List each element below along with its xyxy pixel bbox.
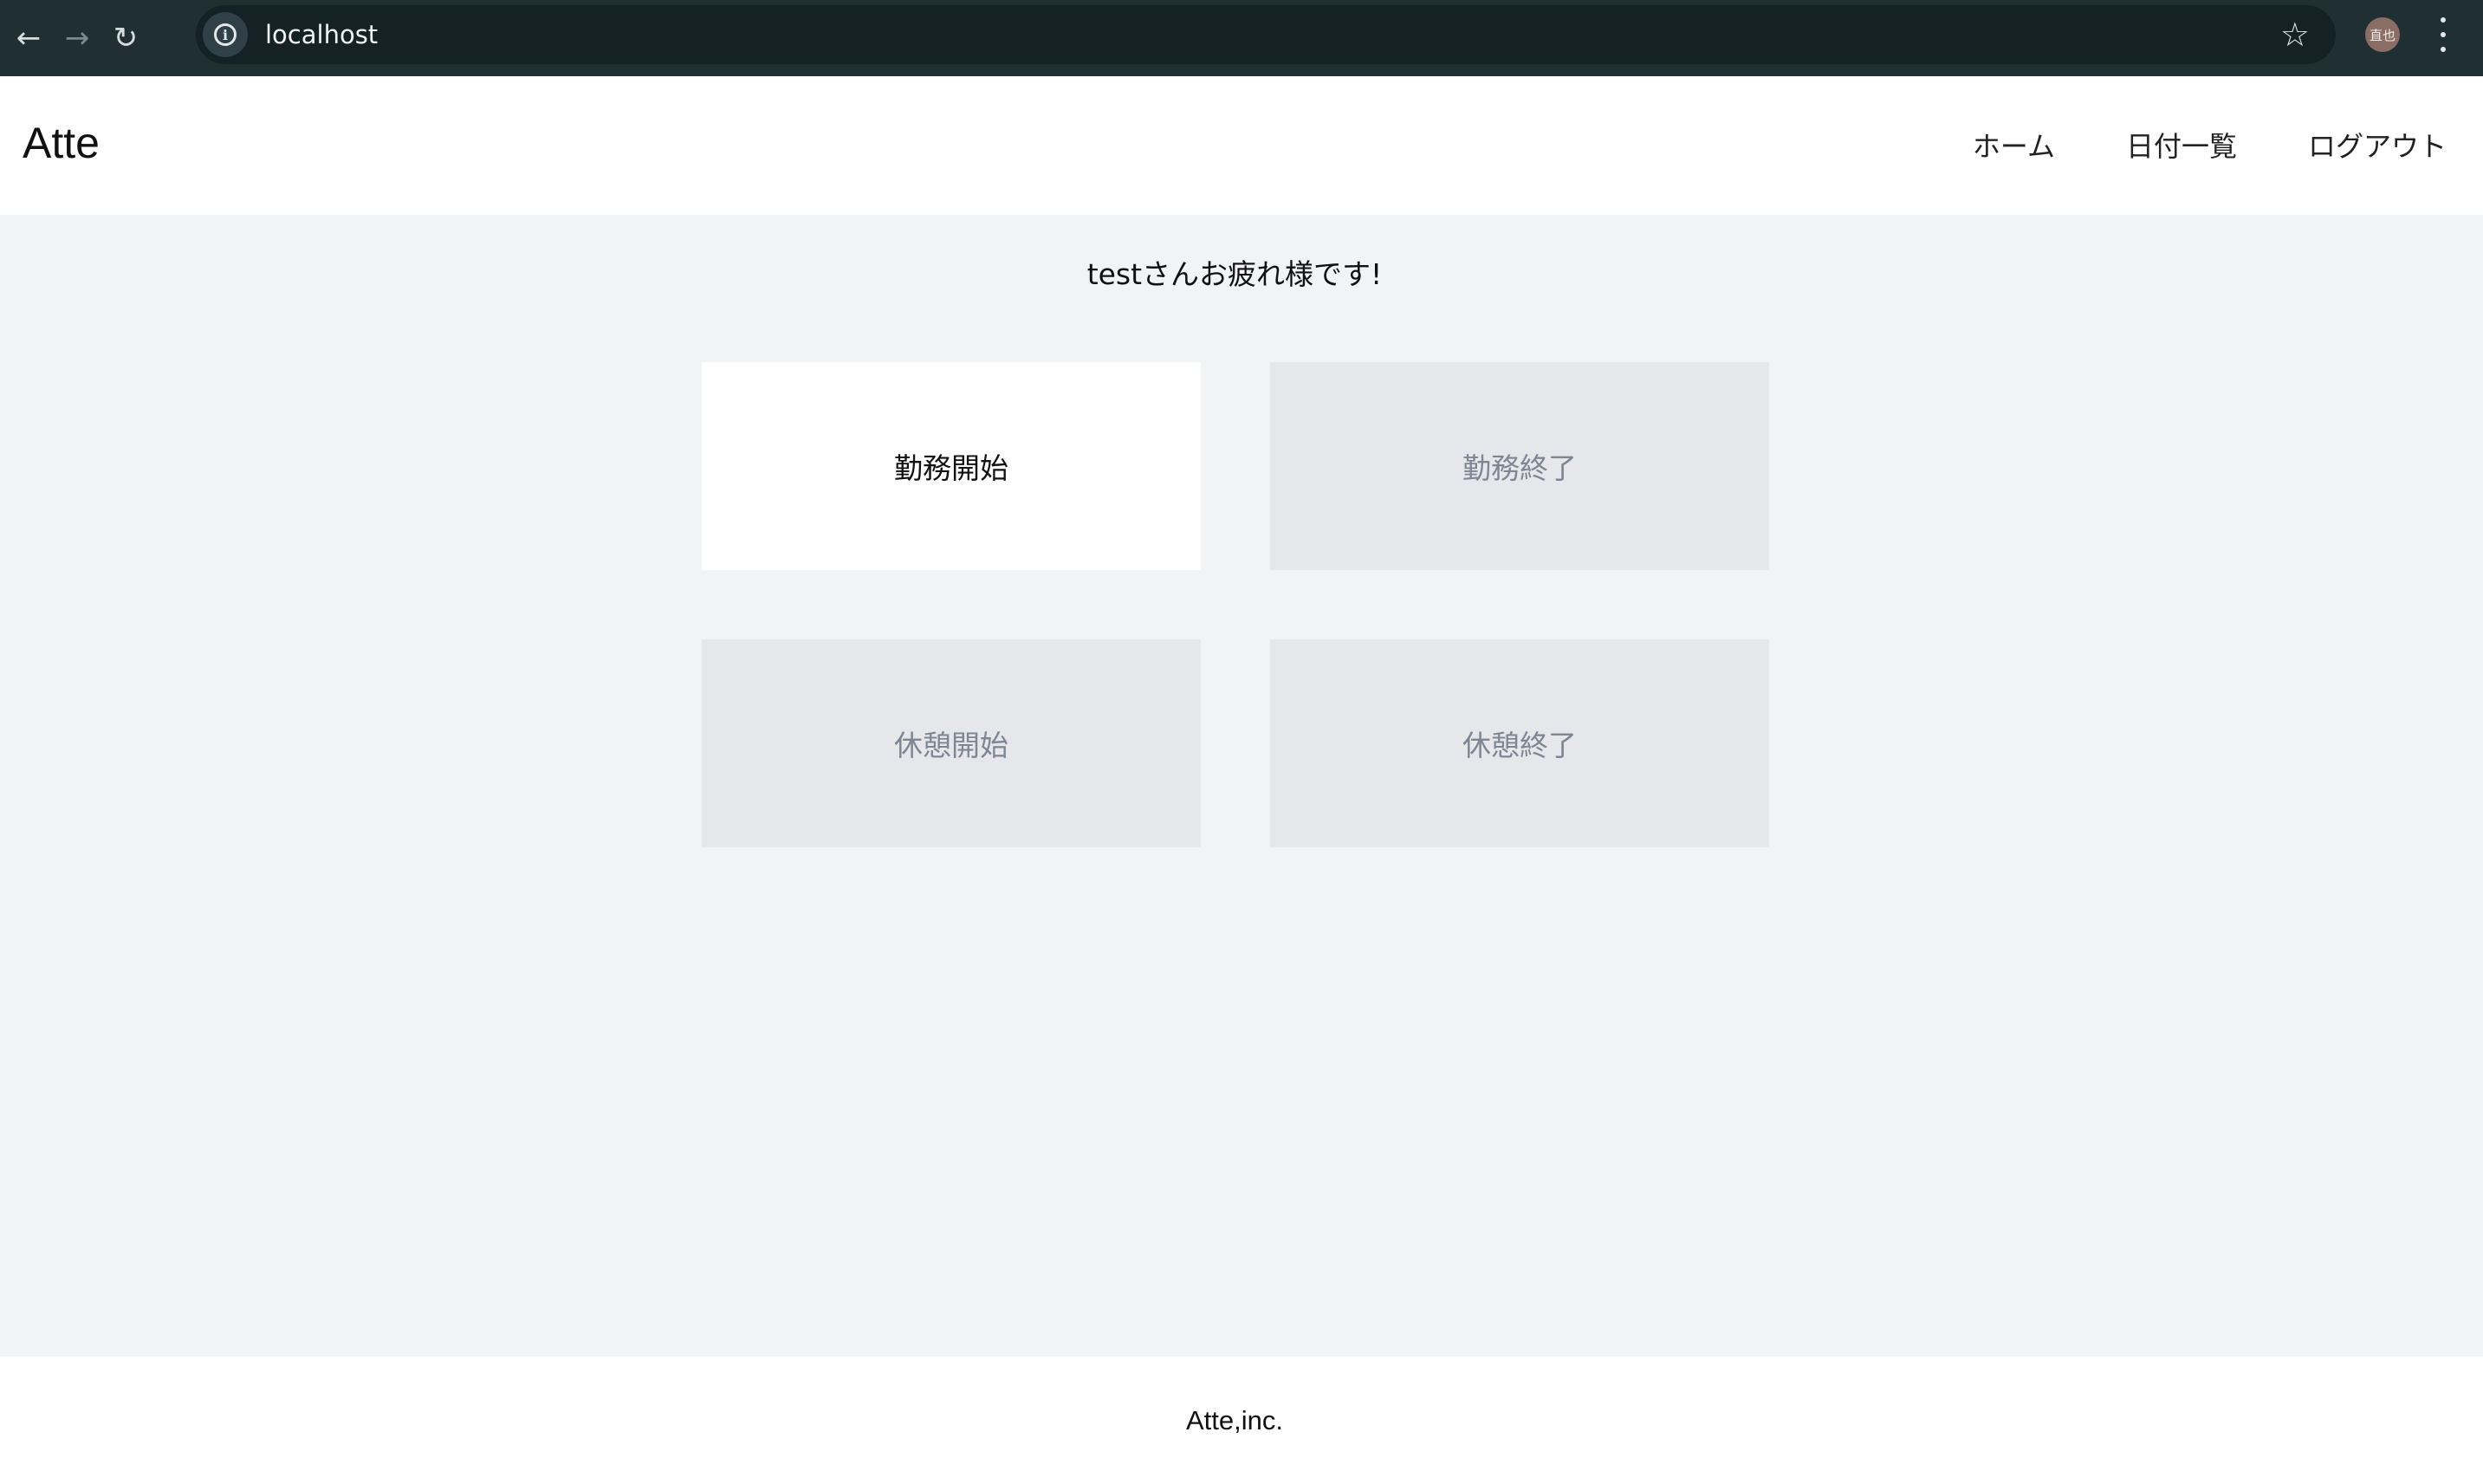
nav-link-date-list[interactable]: 日付一覧 bbox=[2126, 125, 2237, 165]
break-end-button[interactable]: 休憩終了 bbox=[1270, 639, 1769, 847]
bookmark-star-icon[interactable]: ☆ bbox=[2280, 16, 2310, 54]
footer-copyright: Atte,inc. bbox=[1186, 1404, 1283, 1435]
nav-link-home[interactable]: ホーム bbox=[1973, 125, 2055, 165]
nav-link-logout[interactable]: ログアウト bbox=[2308, 125, 2447, 165]
back-arrow-icon[interactable]: ← bbox=[9, 18, 49, 58]
browser-toolbar: ← → ↻ i localhost ☆ 直也 bbox=[0, 0, 2483, 76]
site-info-icon[interactable]: i bbox=[203, 12, 248, 57]
app-logo: Atte bbox=[23, 119, 100, 167]
reload-icon[interactable]: ↻ bbox=[106, 18, 146, 58]
break-start-button[interactable]: 休憩開始 bbox=[702, 639, 1201, 847]
address-bar[interactable]: i localhost ☆ bbox=[196, 5, 2336, 64]
profile-avatar[interactable]: 直也 bbox=[2365, 17, 2400, 52]
greeting-message: testさんお疲れ様です! bbox=[1086, 257, 1383, 291]
header-nav: ホーム 日付一覧 ログアウト bbox=[1902, 125, 2447, 165]
app-header: Atte ホーム 日付一覧 ログアウト bbox=[0, 76, 2483, 215]
forward-arrow-icon[interactable]: → bbox=[57, 18, 97, 58]
main-content: testさんお疲れ様です! 勤務開始 勤務終了 休憩開始 休憩終了 bbox=[0, 215, 2483, 1357]
page-footer: Atte,inc. bbox=[0, 1357, 2483, 1484]
kebab-menu-icon[interactable] bbox=[2433, 17, 2454, 52]
url-text[interactable]: localhost bbox=[265, 20, 378, 49]
work-end-button[interactable]: 勤務終了 bbox=[1270, 362, 1769, 570]
work-start-button[interactable]: 勤務開始 bbox=[702, 362, 1201, 570]
